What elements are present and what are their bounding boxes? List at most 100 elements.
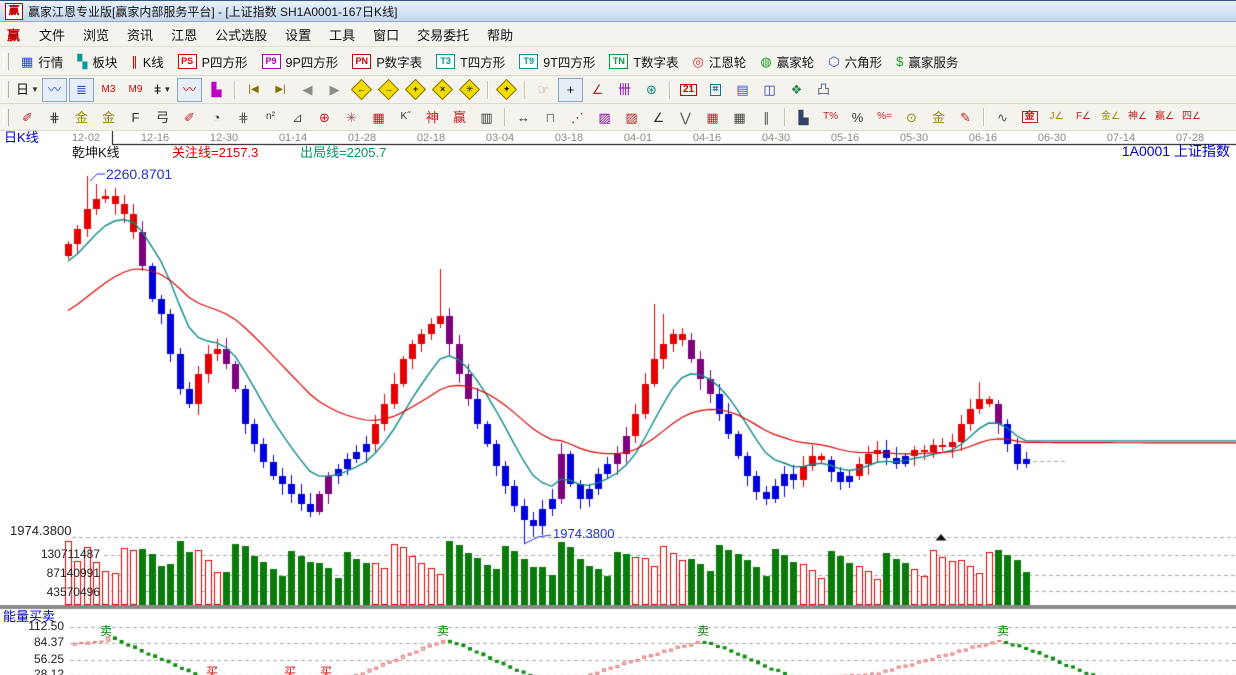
menu-item-0[interactable]: 文件 [30, 26, 74, 45]
bar-chart-tool-button[interactable]: ▙ [791, 105, 816, 129]
menu-item-3[interactable]: 江恩 [162, 26, 206, 45]
gann-knot-button[interactable]: 卌 [612, 78, 637, 102]
menu-item-5[interactable]: 设置 [276, 26, 320, 45]
9t-square-button[interactable]: T99T四方形 [512, 49, 602, 73]
percent-line-button[interactable]: %= [872, 105, 897, 129]
gold-circle-button[interactable]: ⊙ [899, 105, 924, 129]
zoom-x-button[interactable]: × [430, 78, 455, 102]
t-number-button[interactable]: TNT数字表 [602, 49, 685, 73]
f-grid-button[interactable]: F [123, 105, 148, 129]
sectors-button[interactable]: ▚板块 [70, 49, 124, 73]
nav-prev-button[interactable]: ◀ [295, 78, 320, 102]
fan-lines-button[interactable]: ⋰ [565, 105, 590, 129]
winner-service-button[interactable]: $赢家服务 [889, 49, 965, 73]
cycle-tool-button[interactable]: ⊛ [639, 78, 664, 102]
fan-box-purple-button[interactable]: ▨ [592, 105, 617, 129]
winner-wheel-button[interactable]: ◍赢家轮 [753, 49, 821, 73]
qiankun-pattern-button[interactable]: 〰 [177, 78, 202, 102]
angle-lines-button[interactable]: ∠ [646, 105, 671, 129]
ying-angle-button[interactable]: 赢∠ [1152, 105, 1177, 129]
t-percent-button[interactable]: T% [818, 105, 843, 129]
star-grid-button[interactable]: ✳ [339, 105, 364, 129]
9p-square-button[interactable]: P99P四方形 [255, 49, 346, 73]
grid-dark-button[interactable]: ▦ [727, 105, 752, 129]
hand-tool-button[interactable]: ☞ [531, 78, 556, 102]
print-button[interactable]: 凸 [811, 78, 836, 102]
shen-button[interactable]: 神 [420, 105, 445, 129]
time-cycle-button[interactable]: ◔ [204, 105, 229, 129]
crosshair-button[interactable]: + [558, 78, 583, 102]
ruler-grid-button[interactable]: ⋕ [231, 105, 256, 129]
ruler-123-button[interactable]: ▥ [474, 105, 499, 129]
shen-angle-button[interactable]: 神∠ [1125, 105, 1150, 129]
p-number-button[interactable]: PNP数字表 [345, 49, 429, 73]
wave-button[interactable]: ∿ [990, 105, 1015, 129]
menu-item-7[interactable]: 窗口 [364, 26, 408, 45]
bow-grid-button[interactable]: 弓 [150, 105, 175, 129]
k-quote-button[interactable]: K˝ [393, 105, 418, 129]
menu-item-1[interactable]: 浏览 [74, 26, 118, 45]
gold-box-button[interactable]: 金 [1017, 105, 1042, 129]
toolbar-grip[interactable] [3, 81, 9, 98]
grid-red-button[interactable]: ▦ [700, 105, 725, 129]
period-day-button[interactable]: 日▼ [15, 78, 40, 102]
zoom-right-button[interactable]: → [376, 78, 401, 102]
menu-item-4[interactable]: 公式选股 [206, 26, 276, 45]
export-button[interactable]: ❖ [784, 78, 809, 102]
draw-brush-button[interactable]: ✐ [15, 105, 40, 129]
percent-button[interactable]: % [845, 105, 870, 129]
chart-canvas[interactable] [0, 131, 1236, 675]
zoom-h-button[interactable]: + [403, 78, 428, 102]
chart-3-button[interactable]: M3 [96, 78, 121, 102]
info-panel-button[interactable]: ≣ [69, 78, 94, 102]
volume-style-button[interactable]: ▙ [204, 78, 229, 102]
price-low-axis-label: 1974.3800 [10, 524, 71, 538]
mirror-angle-button[interactable]: ⊿ [285, 105, 310, 129]
pattern-overlay-button[interactable]: 〰 [42, 78, 67, 102]
zoom-center-button[interactable]: ✦ [494, 78, 519, 102]
menu-item-2[interactable]: 资讯 [118, 26, 162, 45]
hexagon-button[interactable]: ⬡六角形 [821, 49, 889, 73]
gold-angle-button[interactable]: 金∠ [1098, 105, 1123, 129]
save-button[interactable]: ◫ [757, 78, 782, 102]
j-angle-button[interactable]: J∠ [1044, 105, 1069, 129]
gann-wheel-button[interactable]: ◎江恩轮 [686, 49, 754, 73]
fan-box-red-button[interactable]: ▨ [619, 105, 644, 129]
kline-button[interactable]: ∥K线 [124, 49, 170, 73]
calculator-button[interactable]: ⌗ [703, 78, 728, 102]
width-measure-button[interactable]: ↔ [511, 105, 536, 129]
rect-tool-button[interactable]: ⊓ [538, 105, 563, 129]
zoom-left-button[interactable]: ← [349, 78, 374, 102]
ying-button[interactable]: 赢 [447, 105, 472, 129]
brush-red-button[interactable]: ✐ [177, 105, 202, 129]
market-quotes-button[interactable]: ▦行情 [14, 49, 70, 73]
pen-button[interactable]: ✎ [953, 105, 978, 129]
gold-grid-button[interactable]: 金 [69, 105, 94, 129]
nav-last-button[interactable]: ▶| [268, 78, 293, 102]
toolbar-grip[interactable] [3, 53, 9, 70]
n2-grid-button[interactable]: n² [258, 105, 283, 129]
circle-cross-button[interactable]: ⊕ [312, 105, 337, 129]
gold-line-button[interactable]: 金 [926, 105, 951, 129]
notes-button[interactable]: ▤ [730, 78, 755, 102]
si-angle-button[interactable]: 四∠ [1179, 105, 1204, 129]
menu-item-9[interactable]: 帮助 [478, 26, 522, 45]
menu-item-8[interactable]: 交易委托 [408, 26, 478, 45]
parallel-lines-button[interactable]: ∥ [754, 105, 779, 129]
zigzag-button[interactable]: ⋁ [673, 105, 698, 129]
calendar-button[interactable]: 21 [676, 78, 701, 102]
box-grid-button[interactable]: ▦ [366, 105, 391, 129]
angle-measure-button[interactable]: ∠ [585, 78, 610, 102]
menu-item-6[interactable]: 工具 [320, 26, 364, 45]
p-square-button[interactable]: PSP四方形 [171, 49, 255, 73]
f-angle-button[interactable]: F∠ [1071, 105, 1096, 129]
grid-small-button[interactable]: ⋕ [42, 105, 67, 129]
gold-grid2-button[interactable]: 金 [96, 105, 121, 129]
zoom-star-button[interactable]: ✳ [457, 78, 482, 102]
t-square-button[interactable]: T3T四方形 [429, 49, 512, 73]
nav-next-button[interactable]: ▶ [322, 78, 347, 102]
candle-style-button[interactable]: ǂ▼ [150, 78, 175, 102]
chart-9-button[interactable]: M9 [123, 78, 148, 102]
toolbar-grip[interactable] [3, 109, 9, 126]
nav-first-button[interactable]: |◀ [241, 78, 266, 102]
